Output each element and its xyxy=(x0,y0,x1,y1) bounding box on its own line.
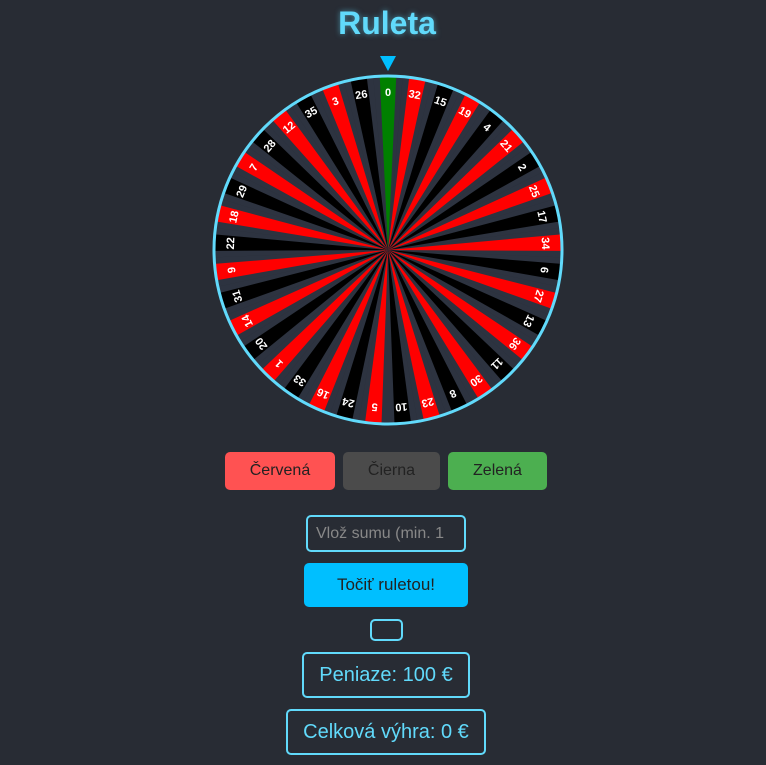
page-title: Ruleta xyxy=(338,5,436,41)
bet-color-buttons: Červená Čierna Zelená xyxy=(0,452,766,490)
wheel-number-label: 26 xyxy=(354,88,368,102)
roulette-wheel-container: 0 32 15 19 4 21 2 25 17 34 6 27 13 36 11 30 8 23 10 5 24 16 33… xyxy=(205,52,571,432)
money-display: Peniaze: 100 € xyxy=(302,652,470,698)
result-display xyxy=(370,619,403,641)
spin-button[interactable]: Točiť ruletou! xyxy=(304,563,468,607)
bet-amount-input[interactable] xyxy=(306,515,466,552)
bet-green-button[interactable]: Zelená xyxy=(448,452,547,490)
wheel-number-label: 22 xyxy=(225,237,238,250)
wheel-number-label: 0 xyxy=(385,87,391,99)
wheel-number-label: 34 xyxy=(539,237,552,251)
roulette-wheel: 0 32 1519421225173462713361130823105241633… xyxy=(212,56,564,426)
wheel-number-label: 5 xyxy=(371,400,378,412)
wheel-sectors xyxy=(214,76,562,424)
wheel-number-label: 17 xyxy=(534,210,548,225)
total-winnings-display: Celková výhra: 0 € xyxy=(286,709,486,755)
roulette-page: Ruleta 0 32 15 19 4 21 2 25 17 34 6 27 13 36 11 30 8 23 10… xyxy=(0,0,766,765)
triangle-down-icon xyxy=(380,56,396,71)
wheel-number-label: 10 xyxy=(395,400,408,413)
bet-black-button[interactable]: Čierna xyxy=(343,452,440,490)
wheel-number-label: 18 xyxy=(227,210,241,225)
wheel-number-label: 32 xyxy=(407,88,421,102)
bet-red-button[interactable]: Červená xyxy=(225,452,335,490)
